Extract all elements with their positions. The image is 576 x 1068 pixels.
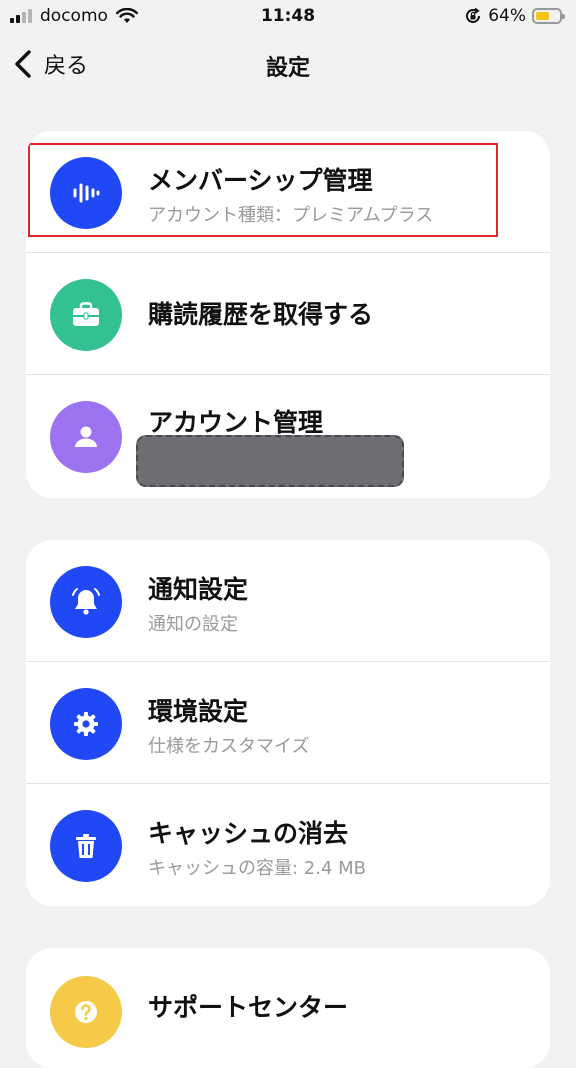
preferences-row[interactable]: 環境設定 仕様をカスタマイズ xyxy=(26,662,550,784)
row-title: アカウント管理 xyxy=(148,408,324,437)
battery-level xyxy=(536,12,549,20)
navigation-bar: 戻る 設定 xyxy=(0,34,576,98)
row-subtitle: アカウント種類：プレミアムプラス xyxy=(148,205,434,226)
trash-icon xyxy=(50,810,122,882)
subscription-history-row[interactable]: 購読履歴を取得する xyxy=(26,253,550,375)
account-section: メンバーシップ管理 アカウント種類：プレミアムプラス 購読履歴を取得する アカウ… xyxy=(26,131,550,498)
row-subtitle: 仕様をカスタマイズ xyxy=(148,736,310,757)
battery-percent: 64% xyxy=(488,6,526,26)
support-section: サポートセンター xyxy=(26,948,550,1068)
row-title: 環境設定 xyxy=(148,697,249,726)
row-title: 通知設定 xyxy=(148,575,249,604)
clear-cache-row[interactable]: キャッシュの消去 キャッシュの容量: 2.4 MB xyxy=(26,784,550,906)
battery-icon xyxy=(532,8,565,24)
gear-icon xyxy=(50,688,122,760)
sound-wave-icon xyxy=(50,157,122,229)
row-title: サポートセンター xyxy=(148,993,349,1022)
row-title: 購読履歴を取得する xyxy=(148,300,374,329)
account-management-row[interactable]: アカウント管理 xyxy=(26,375,550,497)
support-center-row[interactable]: サポートセンター xyxy=(26,948,550,1068)
row-title: メンバーシップ管理 xyxy=(148,166,373,195)
membership-row[interactable]: メンバーシップ管理 アカウント種類：プレミアムプラス xyxy=(26,131,550,253)
question-icon xyxy=(50,976,122,1048)
person-icon xyxy=(50,401,122,473)
status-right: 64% xyxy=(464,6,565,26)
orientation-lock-icon xyxy=(466,7,481,23)
notification-settings-row[interactable]: 通知設定 通知の設定 xyxy=(26,540,550,662)
briefcase-icon xyxy=(50,279,122,351)
status-bar: docomo 11:48 64% xyxy=(0,0,576,34)
bell-icon xyxy=(50,566,122,638)
row-subtitle: キャッシュの容量: 2.4 MB xyxy=(148,858,367,879)
row-title: キャッシュの消去 xyxy=(148,819,349,848)
settings-section: 通知設定 通知の設定 環境設定 仕様をカスタマイズ キャッシュの消去 キャッシュ… xyxy=(26,540,550,906)
row-subtitle: 通知の設定 xyxy=(148,614,238,635)
redacted-area xyxy=(136,435,404,487)
page-title: 設定 xyxy=(265,56,310,81)
